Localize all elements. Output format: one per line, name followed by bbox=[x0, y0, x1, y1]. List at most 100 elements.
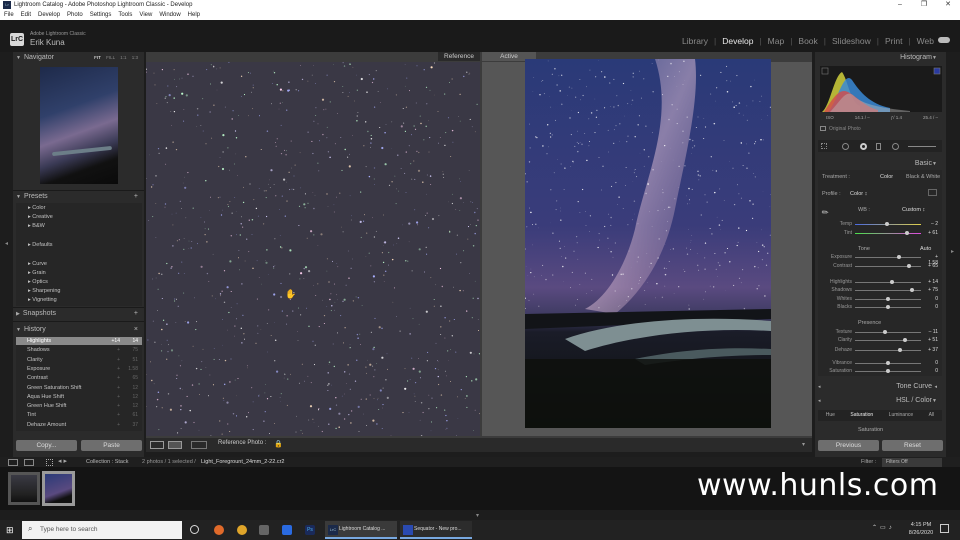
menu-view[interactable]: View bbox=[139, 10, 152, 20]
slider-track[interactable] bbox=[855, 305, 921, 309]
slider-temp[interactable]: Temp – 2 bbox=[818, 221, 942, 228]
module-slideshow[interactable]: Slideshow bbox=[832, 36, 871, 46]
preset-group[interactable]: ▸ Defaults bbox=[28, 241, 52, 249]
slider-track[interactable] bbox=[855, 231, 921, 235]
profile-browser-icon[interactable] bbox=[928, 189, 937, 196]
photoshop-icon[interactable]: Ps bbox=[305, 525, 315, 535]
menu-window[interactable]: Window bbox=[159, 10, 180, 20]
slider-knob[interactable] bbox=[886, 361, 890, 365]
history-item[interactable]: Shadows + 75 bbox=[16, 346, 142, 354]
treatment-color[interactable]: Color bbox=[880, 174, 893, 180]
module-web[interactable]: Web bbox=[917, 36, 934, 46]
slider-clarity[interactable]: Clarity + 51 bbox=[818, 337, 942, 344]
clock-time[interactable]: 4:15 PM bbox=[908, 522, 934, 528]
compare-view-icon[interactable] bbox=[168, 441, 182, 449]
minimize-button[interactable]: – bbox=[888, 0, 912, 10]
presets-header[interactable]: ▼ Presets + bbox=[16, 192, 142, 202]
history-item[interactable]: Exposure + 1.58 bbox=[16, 365, 142, 373]
collection-label[interactable]: Collection : Stack bbox=[86, 459, 129, 465]
slider-knob[interactable] bbox=[884, 222, 889, 226]
preset-group[interactable]: ▸ Optics bbox=[28, 278, 48, 286]
profile-select[interactable]: Color ↕ bbox=[850, 191, 867, 197]
slider-track[interactable] bbox=[855, 280, 921, 284]
history-item[interactable]: Green Saturation Shift + 12 bbox=[16, 384, 142, 392]
module-print[interactable]: Print bbox=[885, 36, 902, 46]
slider-track[interactable] bbox=[855, 297, 921, 301]
slider-track[interactable] bbox=[855, 361, 921, 365]
slider-knob[interactable] bbox=[890, 280, 894, 284]
menu-help[interactable]: Help bbox=[188, 10, 200, 20]
windows-start-icon[interactable]: ⊞ bbox=[6, 525, 16, 535]
slider-contrast[interactable]: Contrast + 65 bbox=[818, 263, 942, 270]
slider-value[interactable]: – 11 bbox=[924, 329, 938, 335]
slider-value[interactable]: – 2 bbox=[924, 221, 938, 227]
chrome-icon[interactable] bbox=[237, 525, 247, 535]
original-photo-checkbox[interactable] bbox=[820, 126, 826, 131]
slider-value[interactable]: 0 bbox=[924, 360, 938, 366]
basic-header[interactable]: Basic ▼ bbox=[818, 159, 942, 169]
slider-track[interactable] bbox=[855, 288, 921, 292]
history-item[interactable]: Tint + 61 bbox=[16, 411, 142, 419]
slider-value[interactable]: 0 bbox=[924, 304, 938, 310]
active-photo[interactable] bbox=[525, 59, 771, 428]
slider-texture[interactable]: Texture – 11 bbox=[818, 329, 942, 336]
menu-edit[interactable]: Edit bbox=[21, 10, 31, 20]
history-item[interactable]: Clarity + 51 bbox=[16, 356, 142, 364]
slider-value[interactable]: + 14 bbox=[924, 279, 938, 285]
slider-knob[interactable] bbox=[886, 369, 890, 373]
radial-filter-icon[interactable] bbox=[892, 143, 899, 150]
navigator-header[interactable]: ▼ Navigator FIT FILL 1:1 1:3 bbox=[16, 53, 142, 63]
cloud-icon[interactable] bbox=[938, 37, 950, 43]
history-item[interactable]: Contrast + 65 bbox=[16, 374, 142, 382]
filter-select[interactable]: Filters Off bbox=[882, 458, 942, 467]
slider-vibrance[interactable]: Vibrance 0 bbox=[818, 360, 942, 367]
slider-track[interactable] bbox=[855, 330, 921, 334]
main-window-icon[interactable] bbox=[8, 459, 18, 466]
graduated-filter-icon[interactable] bbox=[876, 143, 881, 150]
slider-value[interactable]: + 61 bbox=[924, 230, 938, 236]
add-preset-icon[interactable]: + bbox=[134, 192, 138, 202]
slider-knob[interactable] bbox=[902, 338, 907, 342]
slider-shadows[interactable]: Shadows + 75 bbox=[818, 287, 942, 294]
toolbar-menu-chevron-icon[interactable]: ▾ bbox=[802, 441, 805, 448]
history-header[interactable]: ▼ History × bbox=[16, 325, 142, 335]
slider-tint[interactable]: Tint + 61 bbox=[818, 230, 942, 237]
right-collapse-arrow[interactable]: ▸ bbox=[951, 248, 954, 255]
close-button[interactable]: ✕ bbox=[936, 0, 960, 10]
slider-value[interactable]: + 51 bbox=[924, 337, 938, 343]
history-item[interactable]: Dehaze Amount + 37 bbox=[16, 421, 142, 429]
slider-knob[interactable] bbox=[910, 288, 915, 292]
notification-icon[interactable] bbox=[940, 524, 949, 533]
slider-track[interactable] bbox=[855, 338, 921, 342]
slider-knob[interactable] bbox=[907, 264, 912, 268]
hsl-tab-all[interactable]: All bbox=[929, 410, 935, 421]
slider-highlights[interactable]: Highlights + 14 bbox=[818, 279, 942, 286]
history-item[interactable]: Aqua Hue Shift + 12 bbox=[16, 393, 142, 401]
zoom-1-1[interactable]: 1:1 bbox=[120, 55, 126, 60]
left-collapse-arrow[interactable]: ◂ bbox=[5, 240, 8, 260]
histogram-header[interactable]: Histogram ▼ bbox=[818, 53, 942, 63]
grid-icon[interactable] bbox=[46, 459, 53, 466]
preset-group[interactable]: ▸ Sharpening bbox=[28, 287, 60, 295]
preset-group[interactable]: ▸ Grain bbox=[28, 269, 46, 277]
maximize-button[interactable]: ❐ bbox=[912, 0, 936, 10]
preset-group[interactable]: ▸ Color bbox=[28, 204, 45, 212]
slider-track[interactable] bbox=[855, 348, 921, 352]
slider-blacks[interactable]: Blacks 0 bbox=[818, 304, 942, 311]
menu-settings[interactable]: Settings bbox=[90, 10, 112, 20]
crop-icon[interactable] bbox=[821, 143, 827, 149]
slider-track[interactable] bbox=[855, 222, 921, 226]
slider-value[interactable]: 0 bbox=[924, 296, 938, 302]
history-item[interactable]: Highlights +14 14 bbox=[16, 337, 142, 345]
firefox-icon[interactable] bbox=[214, 525, 224, 535]
brush-slider[interactable] bbox=[908, 146, 936, 147]
mail-icon[interactable] bbox=[282, 525, 292, 535]
zoom-1-3[interactable]: 1:3 bbox=[132, 55, 138, 60]
preset-group[interactable]: ▸ Vignetting bbox=[28, 296, 57, 304]
back-arrow-icon[interactable]: ◂ ▸ bbox=[58, 457, 67, 465]
treatment-bw[interactable]: Black & White bbox=[906, 174, 940, 180]
slider-knob[interactable] bbox=[904, 231, 909, 235]
navigator-preview[interactable] bbox=[40, 67, 118, 184]
filmstrip-thumb[interactable] bbox=[8, 472, 40, 505]
hsl-tab-luminance[interactable]: Luminance bbox=[889, 410, 913, 421]
